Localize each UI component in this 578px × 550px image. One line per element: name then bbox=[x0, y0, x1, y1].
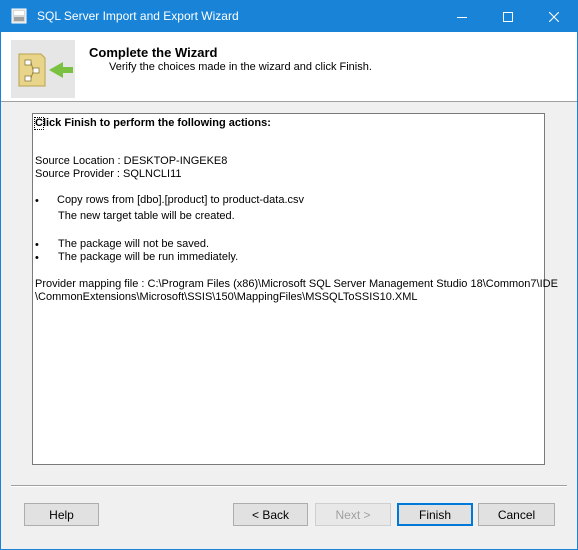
close-icon bbox=[549, 11, 559, 22]
summary-textbox[interactable]: Click Finish to perform the following ac… bbox=[32, 113, 558, 465]
minimize-icon bbox=[457, 16, 467, 18]
help-button[interactable]: Help bbox=[24, 503, 99, 526]
button-separator bbox=[11, 485, 567, 487]
bullet: • bbox=[35, 252, 39, 264]
action-item: The package will be run immediately. bbox=[58, 251, 239, 263]
maximize-icon bbox=[503, 11, 513, 22]
wizard-header: Complete the Wizard Verify the choices m… bbox=[1, 32, 577, 102]
action-item: Copy rows from [dbo].[product] to produc… bbox=[57, 194, 305, 206]
minimize-button[interactable] bbox=[439, 1, 485, 32]
action-item: The package will not be saved. bbox=[58, 238, 210, 250]
source-provider: Source Provider : SQLNCLI11 bbox=[35, 168, 182, 180]
back-button[interactable]: < Back bbox=[233, 503, 308, 526]
sql-server-app-icon bbox=[11, 8, 27, 24]
wizard-window: SQL Server Import and Export Wizard Comp… bbox=[0, 0, 578, 550]
source-location: Source Location : DESKTOP-INGEKE8 bbox=[35, 155, 228, 167]
cancel-button[interactable]: Cancel bbox=[478, 503, 555, 526]
window-title: SQL Server Import and Export Wizard bbox=[37, 9, 239, 23]
title-bar[interactable]: SQL Server Import and Export Wizard bbox=[1, 1, 577, 32]
page-title: Complete the Wizard bbox=[89, 45, 218, 60]
mapping-file-line-cont: \CommonExtensions\Microsoft\SSIS\150\Map… bbox=[35, 291, 418, 303]
wizard-banner-icon bbox=[11, 40, 75, 98]
page-subtitle: Verify the choices made in the wizard an… bbox=[109, 61, 372, 73]
action-detail: The new target table will be created. bbox=[58, 210, 235, 222]
next-button[interactable]: Next > bbox=[315, 503, 391, 526]
mapping-file-line: Provider mapping file : C:\Program Files… bbox=[35, 278, 558, 290]
bullet: • bbox=[35, 195, 39, 207]
maximize-button[interactable] bbox=[485, 1, 531, 32]
bullet: • bbox=[35, 239, 39, 251]
finish-button[interactable]: Finish bbox=[397, 503, 473, 526]
close-button[interactable] bbox=[531, 1, 577, 32]
summary-heading: Click Finish to perform the following ac… bbox=[35, 117, 271, 129]
